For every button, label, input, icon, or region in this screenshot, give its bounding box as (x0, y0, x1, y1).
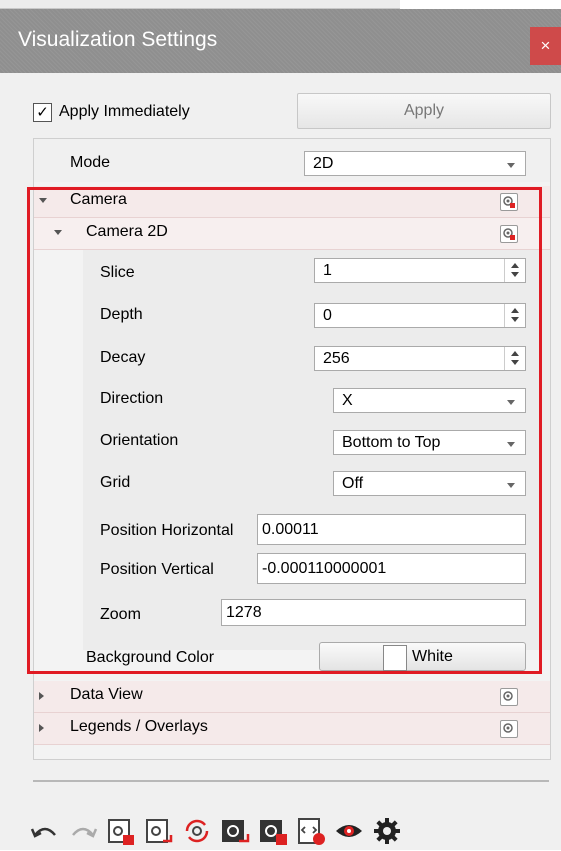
mode-row: Mode 2D (34, 139, 550, 182)
position-vertical-label: Position Vertical (100, 561, 214, 578)
chevron-down-icon (507, 400, 515, 405)
expand-arrow-icon[interactable] (39, 724, 44, 732)
chevron-down-icon (507, 442, 515, 447)
depth-row: Depth 0 (34, 292, 550, 334)
expand-arrow-icon[interactable] (54, 230, 62, 235)
camera2d-category-row[interactable]: Camera 2D (34, 218, 550, 250)
undo-icon[interactable] (28, 813, 62, 849)
orientation-label: Orientation (100, 432, 179, 449)
script-record-icon[interactable] (294, 813, 328, 849)
reset-legends-icon[interactable] (500, 720, 518, 738)
eye-icon[interactable] (332, 813, 366, 849)
redo-icon[interactable] (66, 813, 100, 849)
position-horizontal-row: Position Horizontal 0.00011 (34, 510, 550, 548)
expand-arrow-icon[interactable] (39, 692, 44, 700)
window-title: Visualization Settings (18, 28, 218, 51)
data-view-category-row[interactable]: Data View (34, 681, 550, 713)
grid-row: Grid Off (34, 460, 550, 502)
toolbar-divider (33, 780, 549, 782)
sync-settings-icon[interactable] (180, 813, 214, 849)
apply-immediately-checkbox[interactable]: ✓ Apply Immediately (33, 101, 190, 123)
orientation-value: Bottom to Top (342, 434, 441, 451)
grid-label: Grid (100, 474, 131, 491)
decay-spinbox[interactable]: 256 (314, 346, 526, 371)
camera-category-row[interactable]: Camera (34, 186, 550, 218)
direction-value: X (342, 392, 353, 409)
reset-data-view-icon[interactable] (500, 688, 518, 706)
reset-camera2d-icon[interactable] (500, 225, 518, 243)
position-vertical-input[interactable]: -0.000110000001 (257, 553, 526, 584)
orientation-combo[interactable]: Bottom to Top (333, 430, 526, 455)
position-horizontal-input[interactable]: 0.00011 (257, 514, 526, 545)
background-color-value: White (412, 648, 453, 665)
decay-value: 256 (323, 350, 350, 367)
depth-label: Depth (100, 306, 143, 323)
spin-buttons[interactable] (504, 304, 525, 327)
save-settings-icon[interactable] (104, 813, 138, 849)
apply-button[interactable]: Apply (297, 93, 551, 129)
grid-combo[interactable]: Off (333, 471, 526, 496)
position-vertical-row: Position Vertical -0.000110000001 (34, 547, 550, 585)
slice-spinbox[interactable]: 1 (314, 258, 526, 283)
orientation-row: Orientation Bottom to Top (34, 418, 550, 460)
close-button[interactable]: × (530, 27, 561, 65)
zoom-row: Zoom 1278 (34, 594, 550, 632)
color-swatch (383, 645, 407, 671)
chevron-down-icon (507, 163, 515, 168)
apply-immediately-label: Apply Immediately (59, 103, 190, 120)
background-color-label: Background Color (86, 649, 215, 666)
zoom-input[interactable]: 1278 (221, 599, 526, 626)
background-color-row: Background Color White (34, 639, 550, 673)
mode-value: 2D (313, 155, 334, 172)
position-horizontal-value: 0.00011 (262, 521, 319, 538)
top-strip (0, 0, 400, 9)
import-icon[interactable] (256, 813, 290, 849)
background-color-button[interactable]: White (319, 642, 526, 671)
direction-label: Direction (100, 390, 164, 407)
chevron-down-icon (507, 483, 515, 488)
zoom-label: Zoom (100, 606, 141, 623)
position-vertical-value: -0.000110000001 (262, 560, 387, 577)
gear-icon[interactable] (370, 813, 404, 849)
checkmark-icon[interactable]: ✓ (33, 102, 52, 122)
position-horizontal-label: Position Horizontal (100, 522, 234, 539)
zoom-value: 1278 (226, 604, 262, 621)
visualization-settings-window: Visualization Settings × ✓ Apply Immedia… (0, 9, 561, 850)
spin-buttons[interactable] (504, 259, 525, 282)
camera-label: Camera (70, 191, 127, 208)
depth-spinbox[interactable]: 0 (314, 303, 526, 328)
decay-label: Decay (100, 349, 146, 366)
expand-arrow-icon[interactable] (39, 198, 47, 203)
load-settings-icon[interactable] (142, 813, 176, 849)
depth-value: 0 (323, 307, 332, 324)
spin-buttons[interactable] (504, 347, 525, 370)
bottom-toolbar (28, 811, 404, 851)
grid-value: Off (342, 475, 364, 492)
slice-row: Slice 1 (34, 250, 550, 292)
camera2d-label: Camera 2D (86, 223, 168, 240)
slice-value: 1 (323, 262, 332, 279)
mode-label: Mode (70, 154, 111, 171)
export-icon[interactable] (218, 813, 252, 849)
reset-camera-icon[interactable] (500, 193, 518, 211)
legends-category-row[interactable]: Legends / Overlays (34, 713, 550, 745)
direction-row: Direction X (34, 376, 550, 418)
legends-label: Legends / Overlays (70, 718, 208, 735)
direction-combo[interactable]: X (333, 388, 526, 413)
mode-combo[interactable]: 2D (304, 151, 526, 176)
title-bar[interactable]: Visualization Settings × (0, 9, 561, 73)
decay-row: Decay 256 (34, 334, 550, 376)
slice-label: Slice (100, 264, 135, 281)
settings-tree: Mode 2D Camera Camera 2D Slice 1 Depth 0… (33, 138, 551, 760)
data-view-label: Data View (70, 686, 143, 703)
